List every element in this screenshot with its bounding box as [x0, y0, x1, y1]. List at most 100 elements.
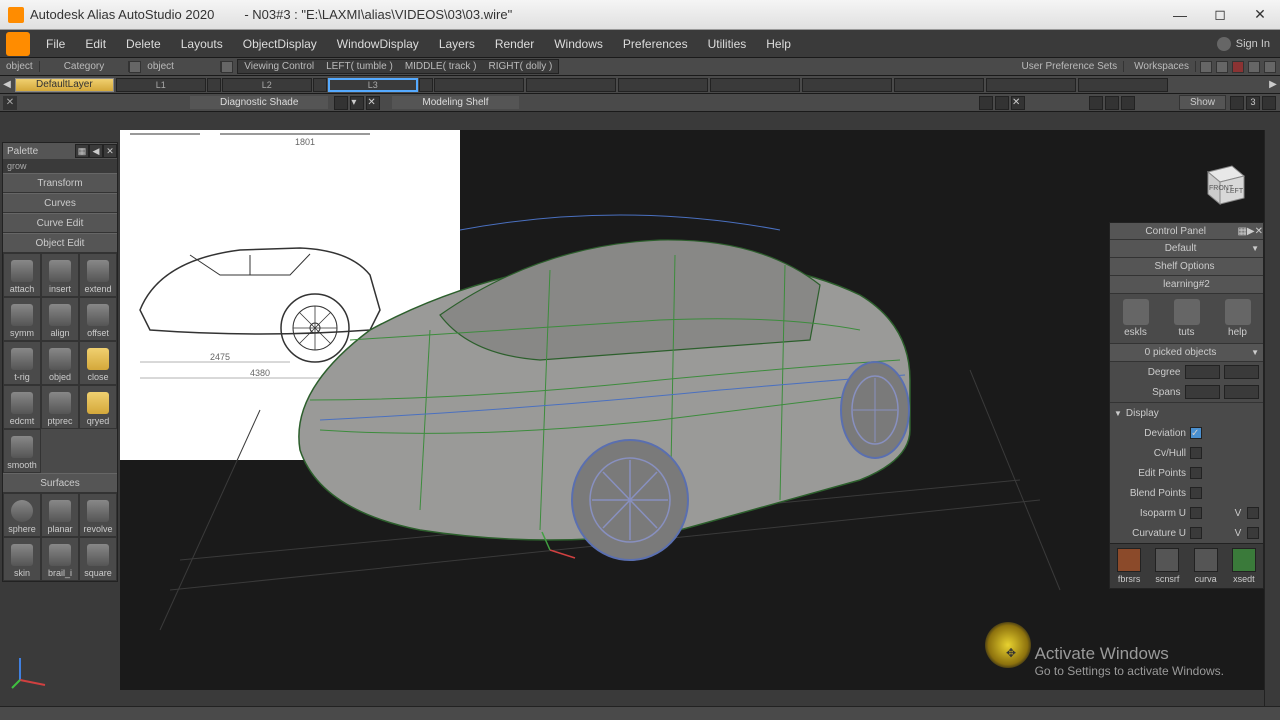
cvhull-check[interactable]	[1190, 447, 1202, 459]
cp-tool-fbrsrs[interactable]: fbrsrs	[1117, 548, 1141, 584]
tool-offset[interactable]: offset	[79, 297, 117, 341]
tool-skin[interactable]: skin	[3, 537, 41, 581]
show-3[interactable]: 3	[1246, 96, 1260, 110]
cp-tab-help[interactable]: help	[1225, 299, 1251, 338]
editpoints-check[interactable]	[1190, 467, 1202, 479]
pick-icon[interactable]	[129, 61, 141, 73]
spans-v-input[interactable]	[1224, 385, 1259, 399]
layer-l1-check[interactable]	[207, 78, 221, 92]
tool-close[interactable]: close	[79, 341, 117, 385]
show-icon-1[interactable]	[1230, 96, 1244, 110]
chevron-down-icon[interactable]: ▼	[1251, 348, 1259, 357]
viewport-3d[interactable]	[120, 130, 1280, 690]
layer-prev-icon[interactable]: ◀	[0, 79, 14, 90]
menu-help[interactable]: Help	[756, 30, 801, 57]
app-logo-icon[interactable]	[6, 32, 30, 56]
menu-layouts[interactable]: Layouts	[171, 30, 233, 57]
menu-windows[interactable]: Windows	[544, 30, 613, 57]
cp-icon-1[interactable]: ▦	[1237, 226, 1246, 237]
tool-objed[interactable]: objed	[41, 341, 79, 385]
shelf-close-left-icon[interactable]: ✕	[3, 96, 17, 110]
layer-next-icon[interactable]: ▶	[1266, 79, 1280, 90]
workspaces[interactable]: Workspaces	[1128, 61, 1196, 72]
tool-attach[interactable]: attach	[3, 253, 41, 297]
cp-tool-curva[interactable]: curva	[1194, 548, 1218, 584]
layer-slot-10[interactable]	[986, 78, 1076, 92]
layer-l3-check[interactable]	[419, 78, 433, 92]
menu-object-display[interactable]: ObjectDisplay	[233, 30, 327, 57]
tool-brail[interactable]: brail_i	[41, 537, 79, 581]
modeling-shelf-label[interactable]: Modeling Shelf	[392, 96, 518, 109]
degree-u-input[interactable]	[1185, 365, 1220, 379]
palette-close-icon[interactable]: ✕	[103, 144, 117, 158]
cp-default-row[interactable]: Default ▼	[1110, 239, 1263, 257]
tool-planar[interactable]: planar	[41, 493, 79, 537]
menu-window-display[interactable]: WindowDisplay	[327, 30, 429, 57]
tool-align[interactable]: align	[41, 297, 79, 341]
layer-slot-6[interactable]	[618, 78, 708, 92]
spans-u-input[interactable]	[1185, 385, 1220, 399]
close-button[interactable]: ✕	[1240, 0, 1280, 30]
shelf-r-icon-1[interactable]	[979, 96, 993, 110]
pref-icon-5[interactable]	[1264, 61, 1276, 73]
tool-smooth[interactable]: smooth	[3, 429, 41, 473]
palette-grow[interactable]: grow	[3, 159, 117, 173]
palette-icon-2[interactable]: ◀	[89, 144, 103, 158]
user-preference-sets[interactable]: User Preference Sets	[1016, 61, 1125, 72]
curvature-v-check[interactable]	[1247, 527, 1259, 539]
object-mode[interactable]: object	[0, 61, 40, 72]
curvature-check[interactable]	[1190, 527, 1202, 539]
blendpoints-check[interactable]	[1190, 487, 1202, 499]
cp-close-icon[interactable]: ✕	[1255, 226, 1263, 237]
pref-icon-3[interactable]	[1232, 61, 1244, 73]
minimize-button[interactable]: —	[1160, 0, 1200, 30]
menu-utilities[interactable]: Utilities	[698, 30, 757, 57]
sign-in-button[interactable]: Sign In	[1207, 37, 1280, 51]
viewport[interactable]: 1801 2475 4380	[120, 130, 1280, 690]
cp-learning-tab[interactable]: learning#2	[1110, 275, 1263, 293]
maximize-button[interactable]: ◻	[1200, 0, 1240, 30]
palette-curves[interactable]: Curves	[3, 193, 117, 213]
diagnostic-shade-label[interactable]: Diagnostic Shade	[190, 96, 328, 109]
cp-tab-eskls[interactable]: eskls	[1123, 299, 1149, 338]
tool-extend[interactable]: extend	[79, 253, 117, 297]
cp-tool-xsedt[interactable]: xsedt	[1232, 548, 1256, 584]
menu-layers[interactable]: Layers	[429, 30, 485, 57]
cp-tool-scnsrf[interactable]: scnsrf	[1155, 548, 1179, 584]
layer-slot-8[interactable]	[802, 78, 892, 92]
pref-icon-1[interactable]	[1200, 61, 1212, 73]
show-button[interactable]: Show	[1179, 95, 1226, 110]
cp-tab-tuts[interactable]: tuts	[1174, 299, 1200, 338]
layer-l1[interactable]: L1	[116, 78, 206, 92]
tool-ptprec[interactable]: ptprec	[41, 385, 79, 429]
shelf-2-icon[interactable]	[1105, 96, 1119, 110]
palette-curve-edit[interactable]: Curve Edit	[3, 213, 117, 233]
degree-v-input[interactable]	[1224, 365, 1259, 379]
menu-delete[interactable]: Delete	[116, 30, 171, 57]
pref-icon-2[interactable]	[1216, 61, 1228, 73]
palette-transform[interactable]: Transform	[3, 173, 117, 193]
layer-slot-9[interactable]	[894, 78, 984, 92]
menu-file[interactable]: File	[36, 30, 75, 57]
palette-surfaces[interactable]: Surfaces	[3, 473, 117, 493]
shelf-icon-1[interactable]	[334, 96, 348, 110]
menu-render[interactable]: Render	[485, 30, 544, 57]
tool-trig[interactable]: t-rig	[3, 341, 41, 385]
shelf-close-icon[interactable]: ✕	[366, 96, 380, 110]
shelf-1-icon[interactable]	[1089, 96, 1103, 110]
cp-icon-2[interactable]: ▶	[1247, 226, 1255, 237]
isoparm-check[interactable]	[1190, 507, 1202, 519]
category-label[interactable]: Category	[40, 61, 130, 72]
show-icon-3[interactable]	[1262, 96, 1276, 110]
toggle-icon[interactable]	[221, 61, 233, 73]
pref-icon-4[interactable]	[1248, 61, 1260, 73]
vertical-scrollbar[interactable]	[1264, 130, 1280, 706]
cp-shelf-options[interactable]: Shelf Options	[1110, 257, 1263, 275]
tool-symm[interactable]: symm	[3, 297, 41, 341]
view-cube[interactable]: FRONT LEFT	[1198, 158, 1250, 210]
isoparm-v-check[interactable]	[1247, 507, 1259, 519]
palette-object-edit[interactable]: Object Edit	[3, 233, 117, 253]
palette-icon-1[interactable]: ▦	[75, 144, 89, 158]
layer-l2-check[interactable]	[313, 78, 327, 92]
menu-preferences[interactable]: Preferences	[613, 30, 698, 57]
